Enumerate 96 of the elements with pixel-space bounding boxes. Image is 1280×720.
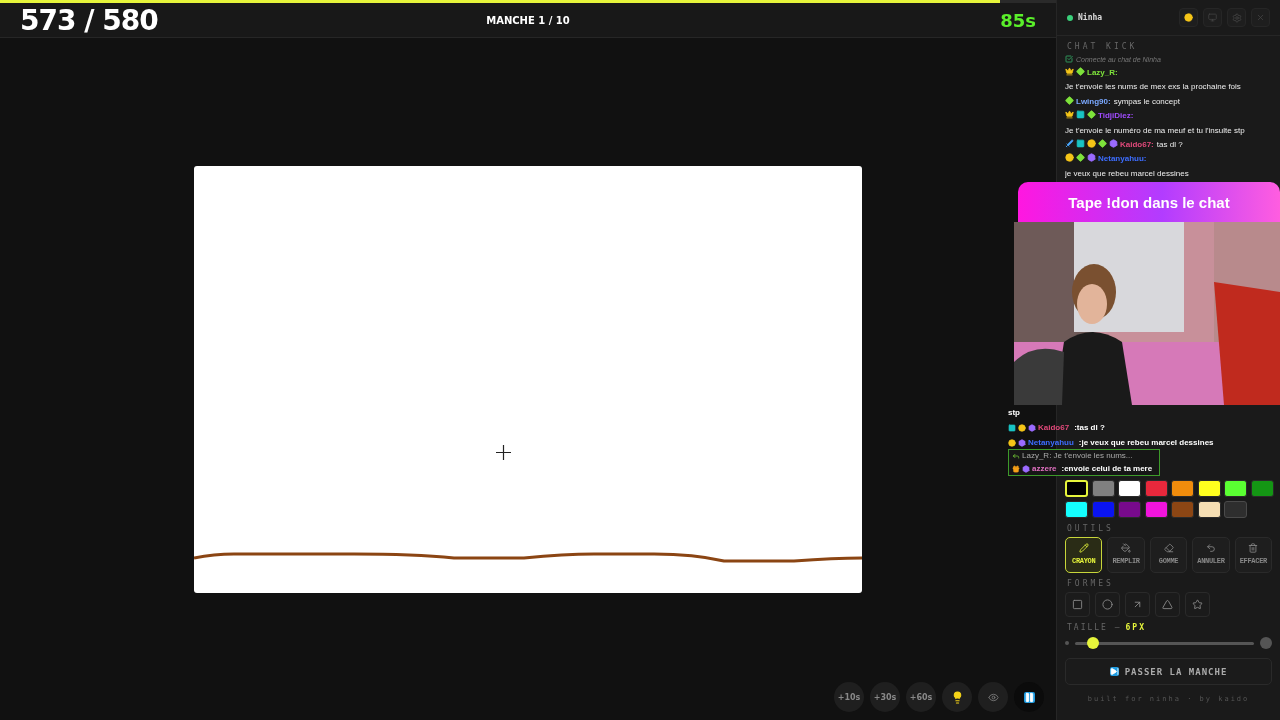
- shape-button[interactable]: [1095, 592, 1120, 617]
- round-counter: MANCHE 1 / 10: [486, 14, 570, 26]
- close-icon: [1256, 13, 1265, 22]
- color-swatch[interactable]: [1091, 501, 1115, 518]
- settings-icon: [1231, 12, 1242, 23]
- hexagon-badge-icon: [1018, 438, 1026, 447]
- diamond-badge-icon: [1087, 110, 1096, 120]
- color-swatch[interactable]: [1224, 480, 1247, 497]
- timer: 85s: [1000, 9, 1036, 31]
- square-badge-icon: [1076, 110, 1085, 120]
- hint-button[interactable]: [942, 682, 972, 712]
- shape-button[interactable]: [1185, 592, 1210, 617]
- chat-message: Je t'envoie les nums de mex exs la prochaine fois: [1065, 81, 1242, 94]
- shapes-title: FORMES: [1067, 579, 1115, 588]
- color-swatch[interactable]: [1118, 501, 1141, 518]
- chat-username: Lwing90:: [1076, 96, 1111, 106]
- size-slider-thumb[interactable]: [1086, 637, 1099, 649]
- chat-message: je veux que rebeu marcel dessines: [1065, 167, 1190, 180]
- trash-icon: [1248, 543, 1259, 553]
- coin-button[interactable]: [1179, 8, 1198, 27]
- check-icon: [1065, 55, 1073, 63]
- color-swatch[interactable]: [1250, 480, 1274, 497]
- reply-icon: [1012, 452, 1020, 461]
- time-bonus-button[interactable]: +60s: [906, 682, 936, 712]
- color-swatch[interactable]: [1144, 501, 1168, 518]
- size-label: TAILLE —: [1067, 623, 1122, 632]
- color-swatch[interactable]: [1065, 501, 1088, 518]
- arrow-icon: [1132, 599, 1143, 610]
- color-swatch[interactable]: [1197, 501, 1221, 518]
- time-bonus-button[interactable]: +10s: [834, 682, 864, 712]
- color-swatch[interactable]: [1171, 480, 1194, 497]
- color-swatch[interactable]: [1118, 480, 1141, 497]
- rectangle-icon: [1072, 599, 1083, 610]
- hexagon-badge-icon: [1022, 464, 1030, 473]
- streamer-name: Ninha: [1078, 13, 1104, 22]
- skip-round-button[interactable]: PASSER LA MANCHE: [1065, 658, 1272, 685]
- small-size-icon: [1065, 641, 1069, 645]
- reply-quote: Lazy_R: Je t'envoie les nums...: [1022, 450, 1133, 462]
- large-size-icon: [1260, 637, 1272, 649]
- pencil-icon: [1078, 543, 1089, 553]
- tools-title: OUTILS: [1067, 524, 1115, 533]
- pause-button[interactable]: [1014, 682, 1044, 712]
- hexagon-badge-icon: [1109, 139, 1118, 149]
- color-swatch[interactable]: [1144, 480, 1168, 497]
- score: 573 / 580: [20, 3, 158, 37]
- chat-message: :tas dl ?: [1074, 422, 1105, 434]
- crown-badge-icon: [1065, 67, 1074, 76]
- crosshair-cursor: [496, 444, 511, 460]
- shape-button[interactable]: [1065, 592, 1090, 617]
- chat-message: tas dl ?: [1156, 140, 1183, 150]
- chat-username: Netanyahuu:: [1098, 154, 1147, 164]
- chat-username: Lazy_R:: [1087, 68, 1118, 77]
- diamond-badge-icon: [1065, 95, 1074, 105]
- chat-username: azzere: [1032, 462, 1057, 475]
- color-swatch[interactable]: [1091, 480, 1115, 497]
- circle-badge-icon: [1065, 153, 1074, 163]
- diamond-badge-icon: [1076, 67, 1085, 76]
- monitor-icon: [1208, 13, 1217, 22]
- eraser-icon: [1163, 543, 1174, 553]
- chat-message: stp: [1008, 407, 1020, 419]
- eye-icon: [987, 691, 999, 703]
- square-badge-icon: [1008, 423, 1016, 432]
- paint-bucket-icon: [1121, 543, 1132, 553]
- diamond-badge-icon: [1076, 153, 1085, 163]
- circle-badge-icon: [1087, 139, 1096, 149]
- chat-message: :envoie celui de ta mere: [1061, 462, 1153, 475]
- square-badge-icon: [1076, 139, 1085, 149]
- shape-button[interactable]: [1155, 592, 1180, 617]
- color-swatch[interactable]: [1171, 501, 1194, 518]
- chat-message: :je veux que rebeu marcel dessines: [1078, 437, 1214, 449]
- diamond-badge-icon: [1098, 139, 1107, 149]
- hexagon-badge-icon: [1087, 153, 1096, 163]
- chat-username: Kaido67:: [1120, 140, 1154, 150]
- ellipse-icon: [1102, 599, 1113, 610]
- chat-title: CHAT KICK: [1067, 42, 1139, 51]
- undo-icon: [1205, 543, 1216, 553]
- hexagon-badge-icon: [1028, 423, 1036, 432]
- coin-icon: [1184, 13, 1193, 22]
- chat-username: Netanyahuu: [1028, 437, 1074, 449]
- eye-button[interactable]: [978, 682, 1008, 712]
- crown-badge-icon: [1065, 110, 1074, 120]
- chat-username: TidjiDiez:: [1098, 111, 1134, 121]
- gift-badge-icon: [1012, 464, 1020, 473]
- time-bonus-button[interactable]: +30s: [870, 682, 900, 712]
- color-swatch[interactable]: [1197, 480, 1221, 497]
- pause-icon: [1023, 691, 1035, 703]
- custom-color-swatch[interactable]: [1224, 501, 1247, 518]
- donation-banner: Tape !don dans le chat: [1018, 182, 1280, 222]
- skip-icon: [1109, 667, 1119, 676]
- size-value: 6PX: [1125, 623, 1146, 632]
- star-icon: [1192, 599, 1203, 610]
- sword-badge-icon: [1065, 139, 1074, 149]
- chat-message: Je t'envoie le numéro de ma meuf et tu l'insulte stp: [1065, 124, 1246, 137]
- chat-username: Kaido67: [1038, 422, 1070, 434]
- chat-message: sympas le concept: [1113, 96, 1180, 106]
- triangle-icon: [1162, 599, 1173, 610]
